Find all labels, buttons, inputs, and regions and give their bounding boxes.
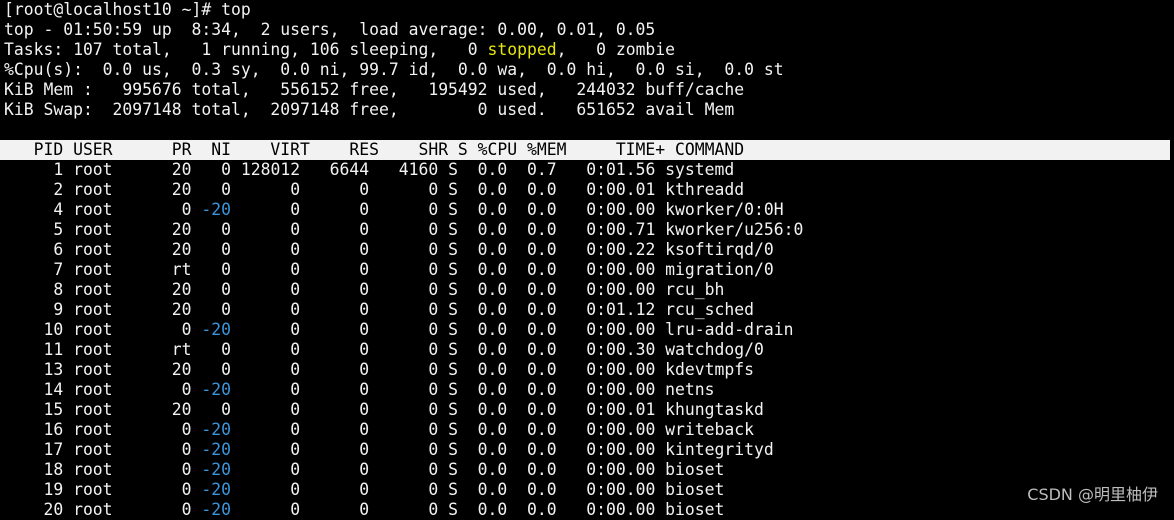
nice-value: 0 <box>221 280 231 299</box>
table-row: 6 root 20 0 0 0 0 S 0.0 0.0 0:00.22 ksof… <box>4 240 1174 260</box>
row-prefix: 11 root rt <box>4 340 222 359</box>
swap-line: KiB Swap: 2097148 total, 2097148 free, 0… <box>4 100 735 119</box>
terminal-screen[interactable]: [root@localhost10 ~]# top top - 01:50:59… <box>0 0 1174 520</box>
row-prefix: 6 root 20 <box>4 240 222 259</box>
mem-line: KiB Mem : 995676 total, 556152 free, 195… <box>4 80 745 99</box>
csdn-watermark: CSDN @明里柚伊 <box>1027 485 1158 504</box>
process-table-body: 1 root 20 0 128012 6644 4160 S 0.0 0.7 0… <box>4 160 1174 520</box>
nice-value: 0 <box>221 220 231 239</box>
row-suffix: 0 0 0 S 0.0 0.0 0:00.00 lru-add-drain <box>230 320 794 339</box>
row-prefix: 9 root 20 <box>4 300 222 319</box>
row-prefix: 5 root 20 <box>4 220 222 239</box>
row-prefix: 13 root 20 <box>4 360 222 379</box>
nice-value: -20 <box>201 320 231 339</box>
nice-value: 0 <box>221 360 231 379</box>
nice-value: 0 <box>221 340 231 359</box>
row-suffix: 0 0 0 S 0.0 0.0 0:00.01 khungtaskd <box>230 400 764 419</box>
table-row: 5 root 20 0 0 0 0 S 0.0 0.0 0:00.71 kwor… <box>4 220 1174 240</box>
nice-value: -20 <box>201 420 231 439</box>
row-prefix: 10 root 0 <box>4 320 202 339</box>
row-suffix: 128012 6644 4160 S 0.0 0.7 0:01.56 syste… <box>230 160 735 179</box>
row-suffix: 0 0 0 S 0.0 0.0 0:00.00 bioset <box>230 480 725 499</box>
row-suffix: 0 0 0 S 0.0 0.0 0:00.00 bioset <box>230 500 725 519</box>
row-suffix: 0 0 0 S 0.0 0.0 0:00.30 watchdog/0 <box>230 340 764 359</box>
nice-value: 0 <box>221 300 231 319</box>
row-prefix: 16 root 0 <box>4 420 202 439</box>
table-row: 11 root rt 0 0 0 0 S 0.0 0.0 0:00.30 wat… <box>4 340 1174 360</box>
table-row: 15 root 20 0 0 0 0 S 0.0 0.0 0:00.01 khu… <box>4 400 1174 420</box>
nice-value: 0 <box>221 240 231 259</box>
row-prefix: 1 root 20 <box>4 160 222 179</box>
row-prefix: 19 root 0 <box>4 480 202 499</box>
nice-value: -20 <box>201 380 231 399</box>
row-suffix: 0 0 0 S 0.0 0.0 0:00.00 kdevtmpfs <box>230 360 754 379</box>
table-row: 20 root 0 -20 0 0 0 S 0.0 0.0 0:00.00 bi… <box>4 500 1174 520</box>
table-row: 18 root 0 -20 0 0 0 S 0.0 0.0 0:00.00 bi… <box>4 460 1174 480</box>
row-suffix: 0 0 0 S 0.0 0.0 0:00.00 bioset <box>230 460 725 479</box>
row-suffix: 0 0 0 S 0.0 0.0 0:00.71 kworker/u256:0 <box>230 220 804 239</box>
row-prefix: 7 root rt <box>4 260 222 279</box>
row-prefix: 14 root 0 <box>4 380 202 399</box>
table-row: 1 root 20 0 128012 6644 4160 S 0.0 0.7 0… <box>4 160 1174 180</box>
table-row: 4 root 0 -20 0 0 0 S 0.0 0.0 0:00.00 kwo… <box>4 200 1174 220</box>
nice-value: 0 <box>221 400 231 419</box>
nice-value: -20 <box>201 440 231 459</box>
row-prefix: 8 root 20 <box>4 280 222 299</box>
cpu-line: %Cpu(s): 0.0 us, 0.3 sy, 0.0 ni, 99.7 id… <box>4 60 784 79</box>
row-suffix: 0 0 0 S 0.0 0.0 0:00.00 rcu_bh <box>230 280 725 299</box>
table-row: 8 root 20 0 0 0 0 S 0.0 0.0 0:00.00 rcu_… <box>4 280 1174 300</box>
nice-value: 0 <box>221 160 231 179</box>
table-row: 13 root 20 0 0 0 0 S 0.0 0.0 0:00.00 kde… <box>4 360 1174 380</box>
tasks-text-end: , 0 zombie <box>556 40 676 59</box>
row-suffix: 0 0 0 S 0.0 0.0 0:00.00 kintegrityd <box>230 440 774 459</box>
row-prefix: 18 root 0 <box>4 460 202 479</box>
nice-value: -20 <box>201 460 231 479</box>
table-row: 17 root 0 -20 0 0 0 S 0.0 0.0 0:00.00 ki… <box>4 440 1174 460</box>
row-prefix: 20 root 0 <box>4 500 202 519</box>
table-row: 9 root 20 0 0 0 0 S 0.0 0.0 0:01.12 rcu_… <box>4 300 1174 320</box>
table-row: 10 root 0 -20 0 0 0 S 0.0 0.0 0:00.00 lr… <box>4 320 1174 340</box>
table-row: 16 root 0 -20 0 0 0 S 0.0 0.0 0:00.00 wr… <box>4 420 1174 440</box>
nice-value: -20 <box>201 480 231 499</box>
tasks-stopped-label: stopped <box>487 40 557 59</box>
row-suffix: 0 0 0 S 0.0 0.0 0:00.00 writeback <box>230 420 754 439</box>
nice-value: 0 <box>221 260 231 279</box>
table-row: 19 root 0 -20 0 0 0 S 0.0 0.0 0:00.00 bi… <box>4 480 1174 500</box>
row-prefix: 2 root 20 <box>4 180 222 199</box>
tasks-line: Tasks: 107 total, 1 running, 106 sleepin… <box>4 40 1174 60</box>
nice-value: -20 <box>201 500 231 519</box>
row-suffix: 0 0 0 S 0.0 0.0 0:00.00 migration/0 <box>230 260 774 279</box>
row-prefix: 4 root 0 <box>4 200 202 219</box>
uptime-line: top - 01:50:59 up 8:34, 2 users, load av… <box>4 20 656 39</box>
row-suffix: 0 0 0 S 0.0 0.0 0:00.22 ksoftirqd/0 <box>230 240 774 259</box>
nice-value: 0 <box>221 180 231 199</box>
table-row: 14 root 0 -20 0 0 0 S 0.0 0.0 0:00.00 ne… <box>4 380 1174 400</box>
row-prefix: 15 root 20 <box>4 400 222 419</box>
table-row: 2 root 20 0 0 0 0 S 0.0 0.0 0:00.01 kthr… <box>4 180 1174 200</box>
row-suffix: 0 0 0 S 0.0 0.0 0:00.00 netns <box>230 380 715 399</box>
shell-prompt: [root@localhost10 ~]# top <box>4 0 251 19</box>
tasks-text: Tasks: 107 total, 1 running, 106 sleepin… <box>4 40 488 59</box>
table-row: 7 root rt 0 0 0 0 S 0.0 0.0 0:00.00 migr… <box>4 260 1174 280</box>
row-prefix: 17 root 0 <box>4 440 202 459</box>
process-table-header: PID USER PR NI VIRT RES SHR S %CPU %MEM … <box>0 140 1170 160</box>
nice-value: -20 <box>201 200 231 219</box>
row-suffix: 0 0 0 S 0.0 0.0 0:00.01 kthreadd <box>230 180 745 199</box>
row-suffix: 0 0 0 S 0.0 0.0 0:01.12 rcu_sched <box>230 300 754 319</box>
row-suffix: 0 0 0 S 0.0 0.0 0:00.00 kworker/0:0H <box>230 200 784 219</box>
